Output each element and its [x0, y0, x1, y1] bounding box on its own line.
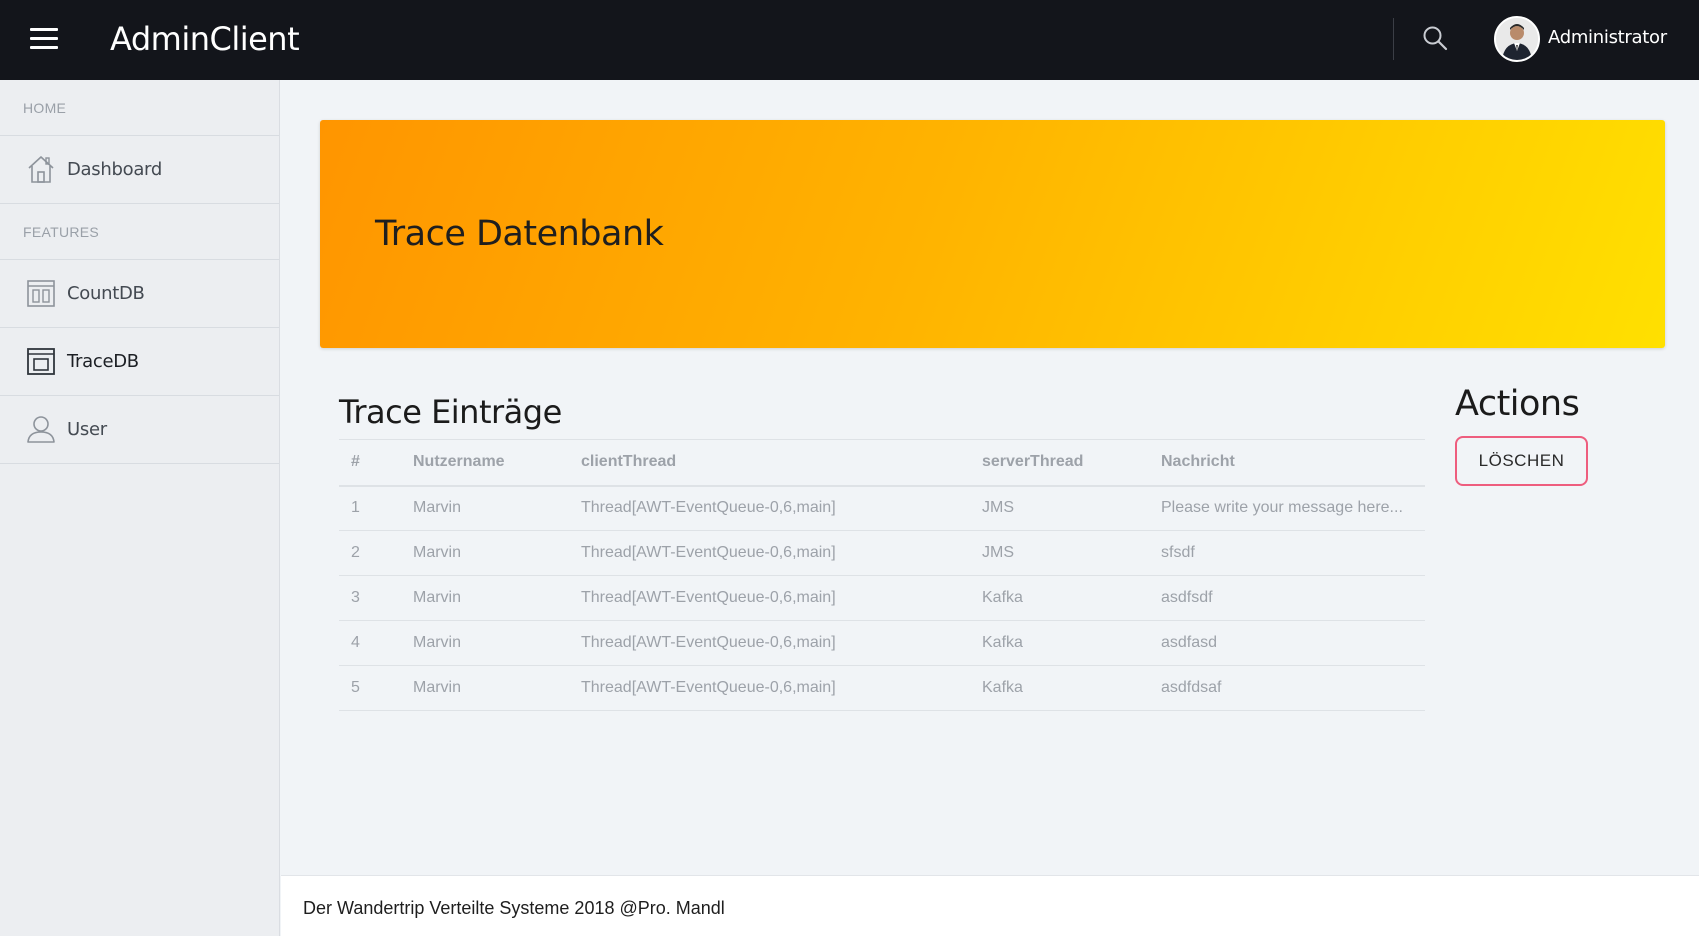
cell-server-thread: Kafka	[982, 620, 1161, 666]
cell-message: asdfdsaf	[1161, 665, 1425, 711]
sidebar-item-countdb[interactable]: CountDB	[0, 260, 279, 328]
cell-message: sfsdf	[1161, 530, 1425, 576]
sidebar-item-label: CountDB	[67, 283, 145, 304]
cell-message: asdfsdf	[1161, 575, 1425, 621]
user-icon	[25, 413, 57, 445]
table-header-row: # Nutzername clientThread serverThread N…	[339, 439, 1425, 487]
cell-message: Please write your message here...	[1161, 485, 1425, 531]
cell-index: 4	[339, 620, 413, 666]
cell-server-thread: Kafka	[982, 575, 1161, 621]
table-row[interactable]: 3 Marvin Thread[AWT-EventQueue-0,6,main]…	[339, 575, 1425, 621]
hamburger-icon[interactable]	[30, 28, 58, 50]
trace-table: # Nutzername clientThread serverThread N…	[339, 439, 1425, 711]
navbar-divider	[1393, 18, 1394, 60]
cell-server-thread: JMS	[982, 530, 1161, 576]
column-header-server-thread[interactable]: serverThread	[982, 439, 1161, 487]
cell-client-thread: Thread[AWT-EventQueue-0,6,main]	[581, 665, 982, 711]
cell-client-thread: Thread[AWT-EventQueue-0,6,main]	[581, 485, 982, 531]
table-row[interactable]: 2 Marvin Thread[AWT-EventQueue-0,6,main]…	[339, 530, 1425, 576]
page-title: Trace Datenbank	[375, 214, 664, 254]
sidebar-item-dashboard[interactable]: Dashboard	[0, 136, 279, 204]
search-icon[interactable]	[1421, 24, 1449, 52]
columns-icon	[25, 277, 57, 309]
table-row[interactable]: 5 Marvin Thread[AWT-EventQueue-0,6,main]…	[339, 665, 1425, 711]
avatar[interactable]	[1494, 16, 1540, 62]
cell-index: 3	[339, 575, 413, 621]
table-row[interactable]: 1 Marvin Thread[AWT-EventQueue-0,6,main]…	[339, 485, 1425, 531]
actions-title: Actions	[1455, 384, 1580, 424]
top-navbar: AdminClient Administrator	[0, 0, 1699, 80]
cell-username: Marvin	[413, 530, 581, 576]
cell-username: Marvin	[413, 575, 581, 621]
sidebar-item-label: Dashboard	[67, 159, 162, 180]
user-name[interactable]: Administrator	[1548, 27, 1667, 48]
cell-username: Marvin	[413, 485, 581, 531]
cell-username: Marvin	[413, 665, 581, 711]
sidebar-item-label: User	[67, 419, 107, 440]
cell-index: 5	[339, 665, 413, 711]
column-header-message[interactable]: Nachricht	[1161, 439, 1425, 487]
sidebar: HOME Dashboard FEATURES CountDB TraceDB …	[0, 80, 280, 936]
window-icon	[25, 345, 57, 377]
cell-client-thread: Thread[AWT-EventQueue-0,6,main]	[581, 575, 982, 621]
user-avatar-icon	[1496, 18, 1538, 60]
sidebar-item-user[interactable]: User	[0, 396, 279, 464]
column-header-username[interactable]: Nutzername	[413, 439, 581, 487]
cell-server-thread: JMS	[982, 485, 1161, 531]
app-title[interactable]: AdminClient	[110, 20, 300, 58]
cell-username: Marvin	[413, 620, 581, 666]
column-header-index[interactable]: #	[339, 439, 413, 487]
table-title: Trace Einträge	[339, 393, 562, 431]
sidebar-item-tracedb[interactable]: TraceDB	[0, 328, 279, 396]
delete-button[interactable]: LÖSCHEN	[1455, 436, 1588, 486]
table-row[interactable]: 4 Marvin Thread[AWT-EventQueue-0,6,main]…	[339, 620, 1425, 666]
footer: Der Wandertrip Verteilte Systeme 2018 @P…	[281, 875, 1699, 936]
cell-index: 1	[339, 485, 413, 531]
cell-message: asdfasd	[1161, 620, 1425, 666]
column-header-client-thread[interactable]: clientThread	[581, 439, 982, 487]
sidebar-section-features: FEATURES	[0, 204, 279, 260]
cell-index: 2	[339, 530, 413, 576]
sidebar-item-label: TraceDB	[67, 351, 139, 372]
cell-client-thread: Thread[AWT-EventQueue-0,6,main]	[581, 620, 982, 666]
cell-client-thread: Thread[AWT-EventQueue-0,6,main]	[581, 530, 982, 576]
sidebar-section-home: HOME	[0, 80, 279, 136]
cell-server-thread: Kafka	[982, 665, 1161, 711]
home-icon	[25, 153, 57, 185]
page-banner: Trace Datenbank	[320, 120, 1665, 348]
footer-text: Der Wandertrip Verteilte Systeme 2018 @P…	[303, 898, 725, 918]
